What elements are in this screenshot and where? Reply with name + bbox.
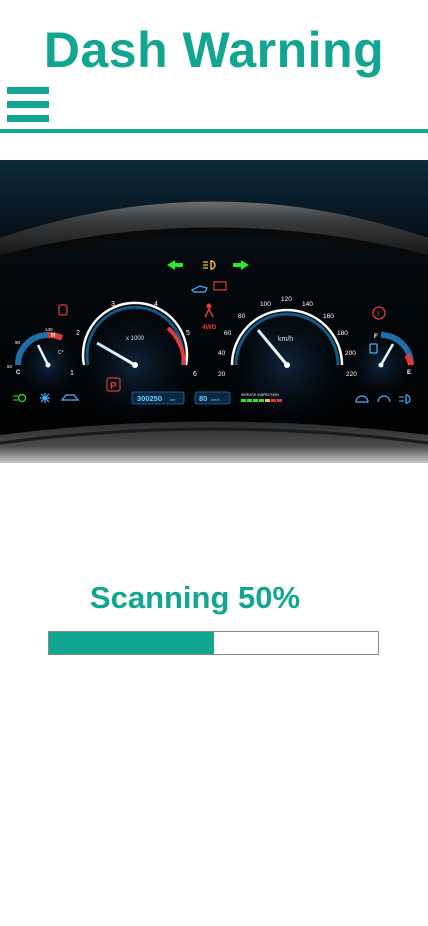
temp-unit: C° xyxy=(58,350,64,356)
tach-tick: 3 xyxy=(111,301,115,308)
speed-tick: 120 xyxy=(281,296,292,303)
speed-display-unit: km/h xyxy=(211,397,220,402)
svg-text:!: ! xyxy=(377,311,379,318)
fuel-full-label: F xyxy=(374,334,378,340)
service-label: SERVICE INSPECTION xyxy=(241,393,279,397)
tach-tick: 5 xyxy=(186,330,190,337)
speed-tick: 60 xyxy=(224,330,232,337)
menu-bar xyxy=(7,101,49,108)
tach-tick: 2 xyxy=(76,330,80,337)
defrost-icon xyxy=(40,393,50,403)
hamburger-menu-icon[interactable] xyxy=(7,87,49,123)
dashboard-image: H C 140 90 50 C° 1 2 3 4 5 6 x 1000 20 4… xyxy=(0,160,428,463)
header-divider xyxy=(0,129,428,133)
speed-tick: 100 xyxy=(260,301,271,308)
tach-tick: 6 xyxy=(193,371,197,378)
scan-progress-fill xyxy=(49,632,214,654)
scan-progress-bar xyxy=(48,631,379,655)
menu-bar xyxy=(7,115,49,122)
app-title: Dash Warning xyxy=(43,22,385,78)
odometer-value: 300250 xyxy=(137,394,162,403)
temp-tick: 140 xyxy=(45,327,53,332)
speed-unit: km/h xyxy=(278,336,293,343)
tach-tick: 1 xyxy=(70,370,74,377)
drive-mode-indicator: 4WD xyxy=(202,324,217,331)
temp-tick: 90 xyxy=(15,340,21,345)
odometer-display: 300250 km xyxy=(131,391,185,405)
speed-tick: 20 xyxy=(218,371,226,378)
speed-tick: 160 xyxy=(323,313,334,320)
speed-tick: 40 xyxy=(218,350,226,357)
temp-cold-label: C xyxy=(16,370,21,376)
fuel-empty-label: E xyxy=(407,370,411,376)
menu-bar xyxy=(7,87,49,94)
speed-tick: 200 xyxy=(345,350,356,357)
temp-hot-label: H xyxy=(51,333,55,339)
odometer-unit: km xyxy=(170,397,176,402)
speed-tick: 80 xyxy=(238,313,246,320)
speed-tick: 180 xyxy=(337,330,348,337)
speed-tick: 140 xyxy=(302,301,313,308)
speed-tick: 220 xyxy=(346,371,357,378)
speed-display-value: 80 xyxy=(199,394,207,403)
speed-display: 80 km/h xyxy=(194,391,231,405)
tach-tick: 4 xyxy=(154,301,158,308)
temp-tick: 50 xyxy=(7,364,13,369)
scan-status-label: Scanning 50% xyxy=(89,580,301,615)
gear-indicator-label: P xyxy=(110,381,117,392)
tach-unit: x 1000 xyxy=(126,336,145,342)
